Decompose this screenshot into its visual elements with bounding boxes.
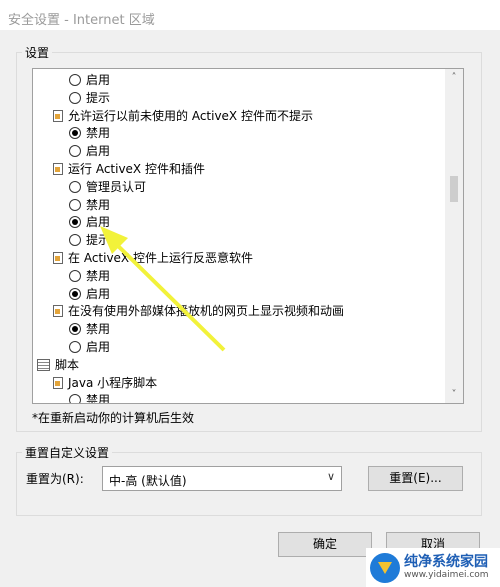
reset-group-label: 重置自定义设置 <box>22 444 113 461</box>
tree-item-label: 启用 <box>86 286 111 301</box>
radio-option[interactable]: 提示 <box>69 89 110 107</box>
radio-option[interactable]: 启用 <box>69 338 110 356</box>
radio-unchecked-icon[interactable] <box>69 180 81 193</box>
watermark-logo-icon <box>370 552 400 583</box>
settings-tree-items: 启用 提示 允许运行以前未使用的 ActiveX 控件而不提示 禁用 启用 运行 Acti… <box>33 69 445 403</box>
settings-group-label: 设置 <box>22 44 53 61</box>
radio-unchecked-icon[interactable] <box>69 145 81 158</box>
window-title: 安全设置 - Internet 区域 <box>0 0 500 30</box>
restart-note: *在重新启动你的计算机后生效 <box>32 411 195 425</box>
tree-item-label: 在 ActiveX 控件上运行反恶意软件 <box>68 251 253 265</box>
radio-checked-icon[interactable] <box>69 287 81 300</box>
tree-setting-heading: Java 小程序脚本 <box>53 374 157 392</box>
settings-page-icon <box>53 109 63 122</box>
tree-item-label: 管理员认可 <box>86 179 147 194</box>
radio-option[interactable]: 启用 <box>69 71 110 89</box>
security-level-select[interactable]: 中-高 (默认值) ∨ <box>102 466 342 491</box>
tree-category: 脚本 <box>37 356 79 374</box>
settings-tree[interactable]: 启用 提示 允许运行以前未使用的 ActiveX 控件而不提示 禁用 启用 运行 Acti… <box>32 68 464 404</box>
settings-page-icon <box>53 252 63 264</box>
settings-page-icon <box>53 163 63 175</box>
tree-item-label: 启用 <box>86 144 111 159</box>
radio-option[interactable]: 禁用 <box>69 391 110 403</box>
radio-option[interactable]: 管理员认可 <box>69 178 146 196</box>
watermark: 纯净系统家园 www.yidaimei.com <box>366 548 500 587</box>
ok-button[interactable]: 确定 <box>278 532 372 557</box>
tree-item-label: 启用 <box>86 73 111 87</box>
radio-option[interactable]: 禁用 <box>69 320 110 338</box>
radio-unchecked-icon[interactable] <box>69 91 81 104</box>
radio-unchecked-icon[interactable] <box>69 198 81 211</box>
tree-setting-heading: 允许运行以前未使用的 ActiveX 控件而不提示 <box>53 107 313 125</box>
radio-unchecked-icon[interactable] <box>69 394 81 403</box>
reset-to-label: 重置为(R): <box>26 472 84 486</box>
radio-checked-icon[interactable] <box>69 323 81 336</box>
tree-setting-heading: 在没有使用外部媒体播放机的网页上显示视频和动画 <box>53 302 344 320</box>
tree-item-label: Java 小程序脚本 <box>68 375 158 390</box>
radio-checked-icon[interactable] <box>69 127 81 140</box>
scroll-up-arrow-icon[interactable]: ˄ <box>445 69 463 86</box>
settings-page-icon <box>53 305 63 318</box>
radio-option[interactable]: 禁用 <box>69 267 110 285</box>
radio-unchecked-icon[interactable] <box>69 234 81 247</box>
scroll-down-arrow-icon[interactable]: ˅ <box>445 386 463 403</box>
radio-checked-icon[interactable] <box>69 216 81 229</box>
tree-item-label: 禁用 <box>86 322 111 337</box>
watermark-url: www.yidaimei.com <box>404 570 489 580</box>
security-level-value: 中-高 (默认值) <box>109 474 187 488</box>
tree-item-label: 运行 ActiveX 控件和插件 <box>68 162 205 176</box>
radio-option[interactable]: 启用 <box>69 285 110 303</box>
vertical-scrollbar[interactable]: ˄ ˅ <box>445 69 463 403</box>
reset-button[interactable]: 重置(E)... <box>368 466 463 491</box>
script-icon <box>37 358 50 371</box>
radio-unchecked-icon[interactable] <box>69 341 81 353</box>
tree-item-label: 脚本 <box>55 357 80 372</box>
scrollbar-thumb[interactable] <box>450 176 458 202</box>
radio-option[interactable]: 提示 <box>69 231 110 249</box>
tree-setting-heading: 运行 ActiveX 控件和插件 <box>53 160 205 178</box>
radio-option[interactable]: 启用 <box>69 213 110 231</box>
radio-option[interactable]: 禁用 <box>69 196 110 214</box>
tree-item-label: 禁用 <box>86 268 111 283</box>
tree-item-label: 禁用 <box>86 197 111 212</box>
tree-setting-heading: 在 ActiveX 控件上运行反恶意软件 <box>53 249 253 267</box>
radio-option[interactable]: 启用 <box>69 142 110 160</box>
radio-unchecked-icon[interactable] <box>69 74 81 86</box>
tree-item-label: 在没有使用外部媒体播放机的网页上显示视频和动画 <box>68 304 345 319</box>
tree-item-label: 禁用 <box>86 126 111 141</box>
radio-option[interactable]: 禁用 <box>69 124 110 142</box>
chevron-down-icon: ∨ <box>326 470 335 483</box>
tree-item-label: 启用 <box>86 340 111 354</box>
tree-item-label: 禁用 <box>86 393 111 403</box>
radio-unchecked-icon[interactable] <box>69 269 81 282</box>
tree-item-label: 允许运行以前未使用的 ActiveX 控件而不提示 <box>68 108 313 123</box>
watermark-title: 纯净系统家园 <box>404 554 488 570</box>
tree-item-label: 提示 <box>86 90 111 105</box>
settings-page-icon <box>53 376 63 389</box>
tree-item-label: 启用 <box>86 215 111 230</box>
tree-item-label: 提示 <box>86 233 111 248</box>
